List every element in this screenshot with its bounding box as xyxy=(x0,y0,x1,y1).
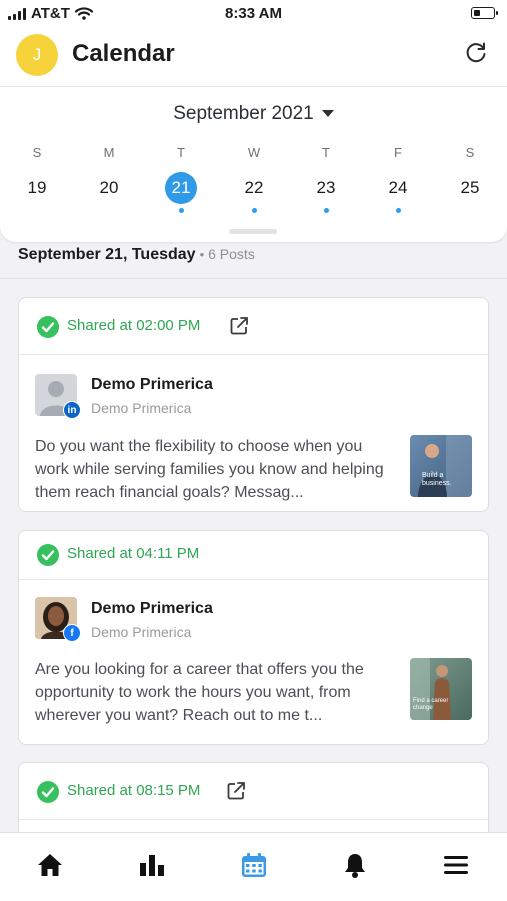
calendar-icon xyxy=(242,853,266,877)
day-number: 25 xyxy=(460,178,480,197)
post-thumbnail[interactable]: Build a business. xyxy=(410,435,472,497)
day-25[interactable]: S 25 xyxy=(440,145,500,213)
tab-home[interactable] xyxy=(34,849,66,881)
day-number: 19 xyxy=(27,178,47,197)
page-title: Calendar xyxy=(72,40,175,67)
event-dot xyxy=(323,208,329,213)
shared-time: Shared at 08:15 PM xyxy=(67,782,201,799)
weekday-label: T xyxy=(177,145,185,160)
event-dot xyxy=(107,208,112,213)
separator: • xyxy=(199,247,205,262)
bottom-tab-bar xyxy=(0,832,507,901)
divider xyxy=(0,278,507,279)
weekday-label: F xyxy=(394,145,402,160)
status-bar: AT&T 8:33 AM xyxy=(0,0,507,28)
day-22[interactable]: W 22 xyxy=(224,145,284,213)
drag-handle[interactable] xyxy=(229,229,277,234)
post-thumbnail[interactable]: Find a career change xyxy=(410,658,472,720)
external-link-icon[interactable] xyxy=(228,315,250,337)
day-number: 21 xyxy=(165,172,197,204)
event-dot xyxy=(395,208,401,213)
notifications-icon xyxy=(345,854,365,878)
post-text: Are you looking for a career that offers… xyxy=(35,661,364,724)
tab-notifications[interactable] xyxy=(339,849,371,881)
post-count: 6 Posts xyxy=(208,246,255,262)
shared-time: Shared at 02:00 PM xyxy=(67,317,201,334)
weekday-label: M xyxy=(103,145,115,160)
status-time: 8:33 AM xyxy=(225,5,282,22)
caret-down-icon xyxy=(321,110,334,118)
profile-name: Demo Primerica xyxy=(91,376,213,393)
day-24[interactable]: F 24 xyxy=(368,145,428,213)
avatar[interactable]: J xyxy=(16,34,58,76)
day-number: 24 xyxy=(388,178,408,197)
month-selector[interactable]: September 2021 xyxy=(0,103,507,125)
external-link-icon[interactable] xyxy=(225,780,247,802)
month-label: September 2021 xyxy=(173,103,314,124)
linkedin-icon: in xyxy=(63,401,81,419)
post-card-header: Shared at 08:15 PM xyxy=(19,763,488,820)
weekday-label: S xyxy=(465,145,475,160)
event-dot xyxy=(35,208,40,213)
tab-calendar[interactable] xyxy=(238,849,270,881)
weekday-label: T xyxy=(322,145,330,160)
refresh-icon[interactable] xyxy=(463,40,489,66)
shared-time: Shared at 04:11 PM xyxy=(67,545,200,562)
post-card[interactable]: Shared at 02:00 PM in Demo Primerica Dem… xyxy=(18,297,489,512)
day-number: 20 xyxy=(99,178,119,197)
post-card-header: Shared at 04:11 PM xyxy=(19,531,488,580)
post-card[interactable]: Shared at 04:11 PM f Demo Primerica Demo… xyxy=(18,530,489,745)
day-20[interactable]: M 20 xyxy=(79,145,139,213)
tab-analytics[interactable] xyxy=(136,849,168,881)
day-number: 23 xyxy=(316,178,336,197)
thumbnail-caption: Find a career change xyxy=(413,698,449,711)
event-dot xyxy=(251,208,257,213)
date-header: September 21, Tuesday • 6 Posts xyxy=(18,246,255,264)
event-dot xyxy=(468,208,473,213)
app-header: J Calendar xyxy=(0,28,507,86)
home-icon xyxy=(38,854,62,876)
analytics-icon xyxy=(140,855,164,876)
week-calendar: September 2021 S 19 M 20 T 21 W 22 T 23 F 24 S 25 xyxy=(0,86,507,242)
day-19[interactable]: S 19 xyxy=(7,145,67,213)
check-circle-icon xyxy=(37,544,59,566)
profile-name: Demo Primerica xyxy=(91,600,213,617)
profile-subtitle: Demo Primerica xyxy=(91,624,192,640)
event-dot xyxy=(178,208,184,213)
check-circle-icon xyxy=(37,316,59,338)
tab-menu[interactable] xyxy=(440,849,472,881)
check-circle-icon xyxy=(37,781,59,803)
battery-icon xyxy=(471,7,498,19)
day-number: 22 xyxy=(244,178,264,197)
facebook-icon: f xyxy=(63,624,81,642)
weekday-label: W xyxy=(247,145,261,160)
selected-date: September 21, Tuesday xyxy=(18,246,196,263)
day-21[interactable]: T 21 xyxy=(151,145,211,213)
thumbnail-caption: Build a business. xyxy=(422,472,452,487)
weekday-label: S xyxy=(32,145,42,160)
post-text: Do you want the flexibility to choose wh… xyxy=(35,438,384,501)
menu-icon xyxy=(444,856,468,874)
post-card-header: Shared at 02:00 PM xyxy=(19,298,488,355)
day-23[interactable]: T 23 xyxy=(296,145,356,213)
profile-subtitle: Demo Primerica xyxy=(91,400,192,416)
